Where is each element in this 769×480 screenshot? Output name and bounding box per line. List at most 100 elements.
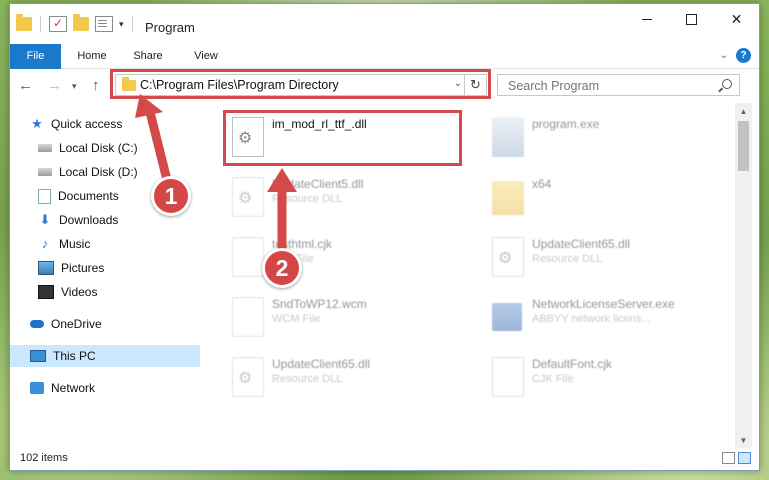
download-icon: ⬇: [39, 212, 51, 227]
toolbar-divider: [40, 16, 41, 32]
new-folder-icon[interactable]: [73, 14, 89, 31]
file-highlight: [223, 110, 462, 166]
close-icon: ✕: [730, 10, 743, 27]
exe-file-icon: [492, 117, 524, 157]
file-type: Resource DLL: [532, 253, 603, 265]
sidebar-item-label: Quick access: [51, 117, 123, 131]
file-item[interactable]: UpdateClient65.dll Resource DLL: [486, 233, 721, 283]
video-icon: [38, 285, 54, 299]
file-name: NetworkLicenseServer.exe: [532, 297, 675, 311]
search-icon[interactable]: [722, 79, 732, 89]
forward-arrow-icon[interactable]: →: [47, 77, 62, 94]
window-controls: ✕: [624, 4, 759, 34]
sidebar-item-network[interactable]: Network: [10, 377, 220, 399]
file-icon: [492, 357, 524, 397]
file-item[interactable]: UpdateClient65.dll Resource DLL: [226, 353, 461, 403]
file-icon: [232, 237, 264, 277]
file-name: DefaultFont.cjk: [532, 357, 613, 371]
details-view-icon[interactable]: [722, 452, 735, 464]
file-name: program.exe: [532, 117, 600, 131]
exe-file-icon: [492, 303, 522, 331]
file-name: UpdateClient65.dll: [532, 237, 631, 251]
sidebar-item-label: Music: [59, 237, 91, 251]
item-count: 102 items: [20, 452, 68, 464]
sidebar-item-quick-access[interactable]: ★ Quick access: [10, 113, 220, 135]
customize-icon[interactable]: [95, 16, 113, 32]
sidebar-item-label: Downloads: [59, 213, 119, 227]
scroll-up-icon[interactable]: ▲: [735, 103, 752, 120]
scroll-down-icon[interactable]: ▼: [735, 432, 752, 449]
sidebar-item-pictures[interactable]: Pictures 📌: [10, 257, 228, 279]
sidebar-item-music[interactable]: ♪ Music 📌: [10, 233, 228, 255]
address-bar-highlight: [110, 69, 491, 99]
file-item[interactable]: UpdateClient5.dll Resource DLL: [226, 173, 461, 223]
expand-ribbon-icon[interactable]: ⌄: [720, 50, 728, 61]
file-type: Resource DLL: [272, 373, 343, 385]
pictures-icon: [38, 261, 54, 275]
folder-icon: [492, 181, 524, 215]
tab-view[interactable]: View: [186, 44, 226, 68]
file-name: UpdateClient5.dll: [272, 177, 364, 191]
large-icons-view-icon[interactable]: [738, 452, 751, 464]
star-icon: ★: [31, 116, 43, 131]
window-title: Program: [145, 20, 195, 35]
navigation-pane: ★ Quick access Local Disk (C:) 📌 Local D…: [10, 103, 224, 449]
vertical-scrollbar[interactable]: ▲ ▼: [735, 103, 752, 449]
step-badge-one: 1: [151, 176, 191, 216]
file-type: Resource DLL: [272, 193, 343, 205]
sidebar-item-label: Local Disk (C:): [59, 141, 138, 155]
minimize-icon: [641, 18, 652, 20]
file-item[interactable]: SndToWP12.wcm WCM File: [226, 293, 461, 343]
drive-icon: [38, 168, 52, 176]
sidebar-item-onedrive[interactable]: OneDrive: [10, 313, 220, 335]
chevron-down-icon[interactable]: ▾: [119, 19, 124, 30]
search-box[interactable]: [497, 74, 740, 96]
sidebar-item-label: Videos: [61, 285, 98, 299]
ribbon-tabs: File Home Share View ⌄ ?: [10, 44, 759, 94]
sidebar-item-label: Network: [51, 381, 96, 395]
sidebar-item-label: Documents: [58, 189, 119, 203]
minimize-button[interactable]: [624, 4, 669, 34]
tab-home[interactable]: Home: [72, 44, 112, 68]
sidebar-item-downloads[interactable]: ⬇ Downloads 📌: [10, 209, 228, 231]
file-name: x64: [532, 177, 552, 191]
search-input[interactable]: [506, 78, 710, 94]
sidebar-item-label: Local Disk (D:): [59, 165, 138, 179]
scrollbar-thumb[interactable]: [738, 121, 749, 171]
properties-icon[interactable]: ✓: [49, 16, 67, 32]
help-icon[interactable]: ?: [736, 48, 751, 63]
sidebar-item-documents[interactable]: Documents 📌: [10, 185, 228, 207]
sidebar-item-this-pc[interactable]: This PC: [10, 345, 220, 367]
title-bar: ✓ ▾ Program ✕: [10, 4, 759, 44]
quick-access-toolbar: ✓ ▾: [16, 14, 135, 32]
folder-icon[interactable]: [16, 14, 32, 31]
file-item[interactable]: x64: [486, 173, 721, 223]
document-icon: [38, 188, 51, 204]
sidebar-item-videos[interactable]: Videos 📌: [10, 281, 228, 303]
sidebar-item-local-disk-d[interactable]: Local Disk (D:) 📌: [10, 161, 228, 183]
drive-icon: [38, 144, 52, 152]
maximize-button[interactable]: [669, 4, 714, 34]
file-item[interactable]: DefaultFont.cjk CJK File: [486, 353, 721, 403]
step-badge-two: 2: [262, 248, 302, 288]
ribbon-right-controls: ⌄ ?: [720, 48, 751, 63]
file-item[interactable]: program.exe: [486, 113, 721, 163]
music-icon: ♪: [41, 236, 49, 251]
file-type: CJK File: [532, 373, 574, 385]
dll-file-icon: [232, 177, 264, 217]
back-arrow-icon[interactable]: ←: [18, 77, 33, 94]
tab-share[interactable]: Share: [128, 44, 168, 68]
view-toggle: [722, 452, 751, 464]
dll-file-icon: [492, 237, 524, 277]
sidebar-item-local-disk-c[interactable]: Local Disk (C:) 📌: [10, 137, 228, 159]
up-arrow-icon[interactable]: ↑: [92, 77, 100, 94]
toolbar-divider: [131, 16, 133, 32]
network-icon: [30, 382, 44, 394]
sidebar-item-label: This PC: [53, 349, 96, 363]
maximize-icon: [686, 13, 697, 25]
file-item[interactable]: testhtml.cjk CJK File: [226, 233, 461, 283]
file-item[interactable]: NetworkLicenseServer.exe ABBYY network l…: [486, 293, 721, 343]
close-button[interactable]: ✕: [714, 4, 759, 34]
recent-locations-chevron-icon[interactable]: ▾: [72, 81, 77, 92]
sidebar-item-label: OneDrive: [51, 317, 102, 331]
